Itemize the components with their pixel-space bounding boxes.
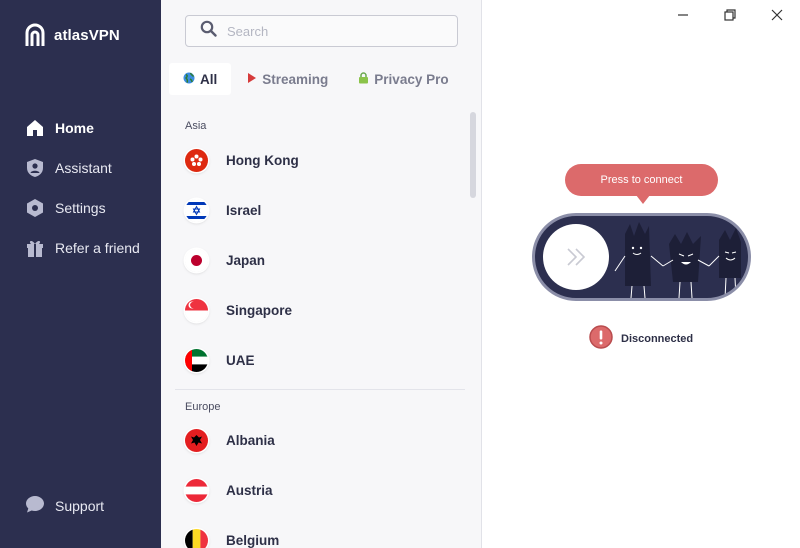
singapore-flag-icon	[185, 298, 208, 322]
sidebar-item-label: Home	[55, 120, 94, 136]
double-chevron-right-icon	[567, 248, 586, 266]
lock-icon	[358, 71, 369, 87]
tab-privacy-pro[interactable]: Privacy Pro	[344, 63, 462, 95]
server-list-panel: All Streaming Privacy Pro Asia Hong Kong…	[161, 0, 482, 548]
connection-status: Disconnected	[589, 325, 693, 352]
sidebar-nav: Home Assistant Settings Refer a friend	[0, 108, 161, 268]
sidebar-item-refer[interactable]: Refer a friend	[0, 228, 161, 268]
play-icon	[247, 72, 257, 87]
tab-streaming[interactable]: Streaming	[233, 63, 342, 95]
country-name: Singapore	[226, 302, 293, 318]
japan-flag-icon	[185, 248, 208, 272]
region-heading: Europe	[185, 401, 221, 413]
restore-icon	[723, 9, 736, 21]
list-item[interactable]: Singapore	[185, 290, 465, 330]
israel-flag-icon	[185, 198, 208, 222]
list-item[interactable]: UAE	[185, 340, 465, 380]
shield-user-icon	[25, 158, 45, 178]
country-name: Hong Kong	[226, 152, 299, 168]
search-box[interactable]	[185, 15, 458, 47]
status-text: Disconnected	[621, 332, 694, 345]
minimize-icon	[677, 14, 688, 16]
connect-tooltip: Press to connect	[565, 164, 718, 204]
support-label: Support	[55, 497, 105, 514]
country-name: Japan	[226, 252, 266, 268]
sidebar-item-label: Refer a friend	[55, 240, 140, 256]
hong-kong-flag-icon	[185, 148, 208, 172]
albania-flag-icon	[185, 428, 208, 452]
list-item[interactable]: Hong Kong	[185, 140, 465, 180]
country-name: Israel	[226, 202, 262, 218]
minimize-button[interactable]	[659, 0, 706, 30]
region-divider	[175, 389, 465, 390]
country-name: UAE	[226, 352, 255, 368]
tab-all[interactable]: All	[169, 63, 232, 95]
tab-label: All	[200, 71, 218, 87]
search-input[interactable]	[227, 23, 447, 39]
exclamation-icon	[589, 325, 613, 352]
restore-button[interactable]	[706, 0, 753, 30]
search-icon	[200, 20, 217, 42]
sidebar-item-home[interactable]: Home	[0, 108, 161, 148]
gift-icon	[25, 238, 45, 258]
sidebar: atlasVPN Home Assistant Settings Refer a…	[0, 0, 161, 548]
sidebar-item-label: Settings	[55, 200, 106, 216]
uae-flag-icon	[185, 348, 208, 372]
toggle-knob[interactable]	[543, 224, 609, 290]
close-button[interactable]	[753, 0, 800, 30]
list-scrollbar[interactable]	[470, 112, 476, 198]
country-name: Albania	[226, 432, 275, 448]
list-item[interactable]: Japan	[185, 240, 465, 280]
country-name: Belgium	[226, 532, 280, 548]
atlasvpn-logo-icon	[25, 23, 45, 46]
support-link[interactable]: Support	[25, 494, 104, 517]
chat-bubble-icon	[25, 494, 45, 517]
region-heading: Asia	[185, 120, 207, 132]
window-controls	[659, 0, 800, 30]
list-item[interactable]: Belgium	[185, 520, 465, 548]
close-icon	[771, 9, 782, 21]
brand-name: atlasVPN	[54, 26, 120, 44]
tab-label: Streaming	[262, 71, 329, 87]
app-logo: atlasVPN	[24, 22, 120, 48]
tab-label: Privacy Pro	[374, 71, 449, 87]
austria-flag-icon	[185, 478, 208, 502]
sidebar-item-assistant[interactable]: Assistant	[0, 148, 161, 188]
country-name: Austria	[226, 482, 273, 498]
home-icon	[25, 118, 45, 138]
sidebar-item-label: Assistant	[55, 160, 112, 176]
sidebar-item-settings[interactable]: Settings	[0, 188, 161, 228]
list-item[interactable]: Israel	[185, 190, 465, 230]
connect-toggle[interactable]	[532, 213, 751, 301]
belgium-flag-icon	[185, 528, 208, 548]
server-filter-tabs: All Streaming Privacy Pro	[169, 63, 463, 95]
list-item[interactable]: Austria	[185, 470, 465, 510]
list-item[interactable]: Albania	[185, 420, 465, 460]
hexagon-gear-icon	[25, 198, 45, 218]
globe-icon	[183, 72, 195, 87]
